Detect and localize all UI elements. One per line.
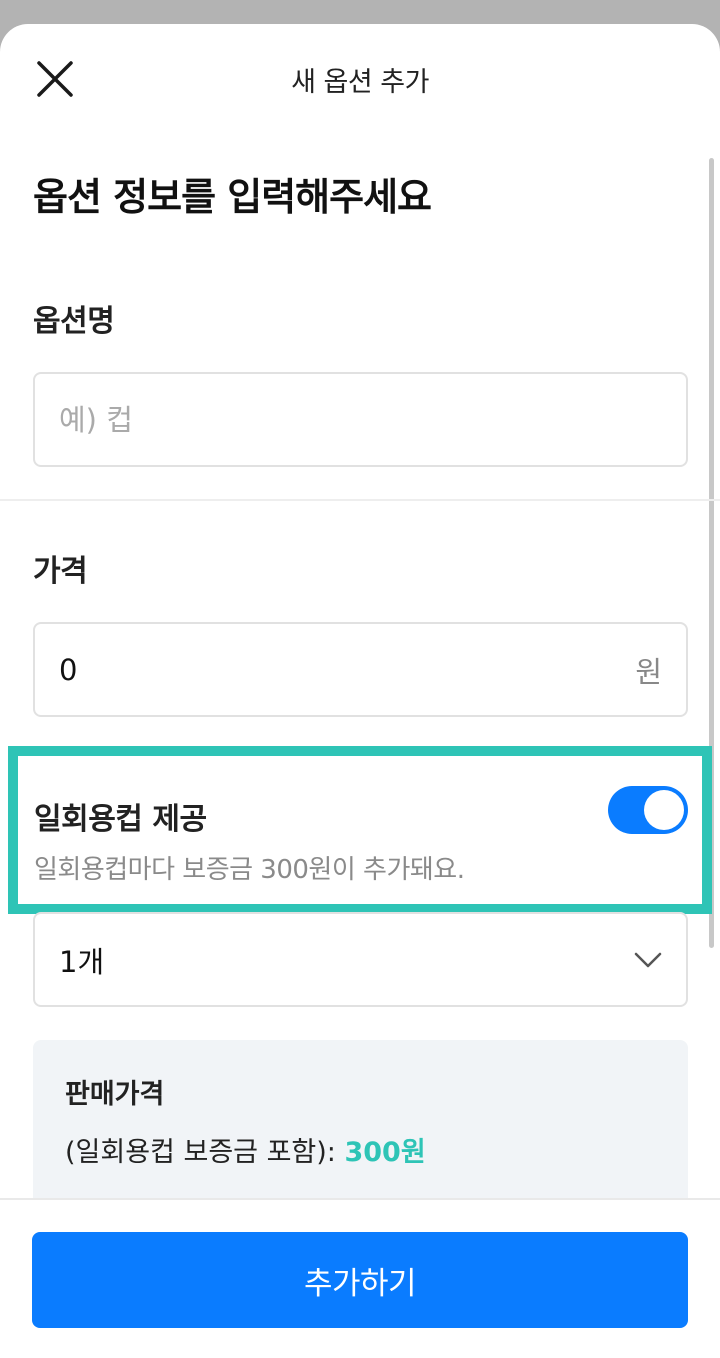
sale-price-line: (일회용컵 보증금 포함): 300원 bbox=[65, 1130, 426, 1169]
bottom-action-bar: 추가하기 bbox=[0, 1198, 720, 1358]
page-heading: 옵션 정보를 입력해주세요 bbox=[33, 175, 432, 219]
disposable-cup-description: 일회용컵마다 보증금 300원이 추가돼요. bbox=[34, 855, 465, 885]
sale-price-label: 판매가격 bbox=[65, 1079, 165, 1110]
cup-quantity-select[interactable]: 1개 bbox=[33, 912, 688, 1007]
option-name-input[interactable] bbox=[59, 402, 662, 437]
chevron-down-icon bbox=[634, 952, 662, 967]
price-label: 가격 bbox=[33, 554, 88, 589]
disposable-cup-panel: 일회용컵 제공 일회용컵마다 보증금 300원이 추가돼요. bbox=[8, 746, 712, 914]
disposable-cup-toggle[interactable] bbox=[608, 786, 688, 834]
disposable-cup-title: 일회용컵 제공 bbox=[34, 802, 207, 837]
option-name-label: 옵션명 bbox=[33, 304, 115, 339]
toggle-knob bbox=[644, 790, 684, 830]
price-field[interactable]: 원 bbox=[33, 622, 688, 717]
add-button[interactable]: 추가하기 bbox=[32, 1232, 688, 1328]
price-input[interactable] bbox=[59, 652, 626, 687]
sale-price-amount: 300원 bbox=[344, 1137, 426, 1168]
sheet-title: 새 옵션 추가 bbox=[291, 67, 429, 98]
bottom-sheet: 새 옵션 추가 옵션 정보를 입력해주세요 옵션명 가격 원 일회용컵 제공 일… bbox=[0, 24, 720, 1358]
sale-price-prefix: (일회용컵 보증금 포함): bbox=[65, 1137, 345, 1168]
sheet-header: 새 옵션 추가 bbox=[0, 24, 720, 134]
section-divider bbox=[0, 499, 720, 501]
price-unit: 원 bbox=[635, 654, 662, 689]
option-name-field[interactable] bbox=[33, 372, 688, 467]
cup-quantity-value: 1개 bbox=[59, 944, 105, 979]
